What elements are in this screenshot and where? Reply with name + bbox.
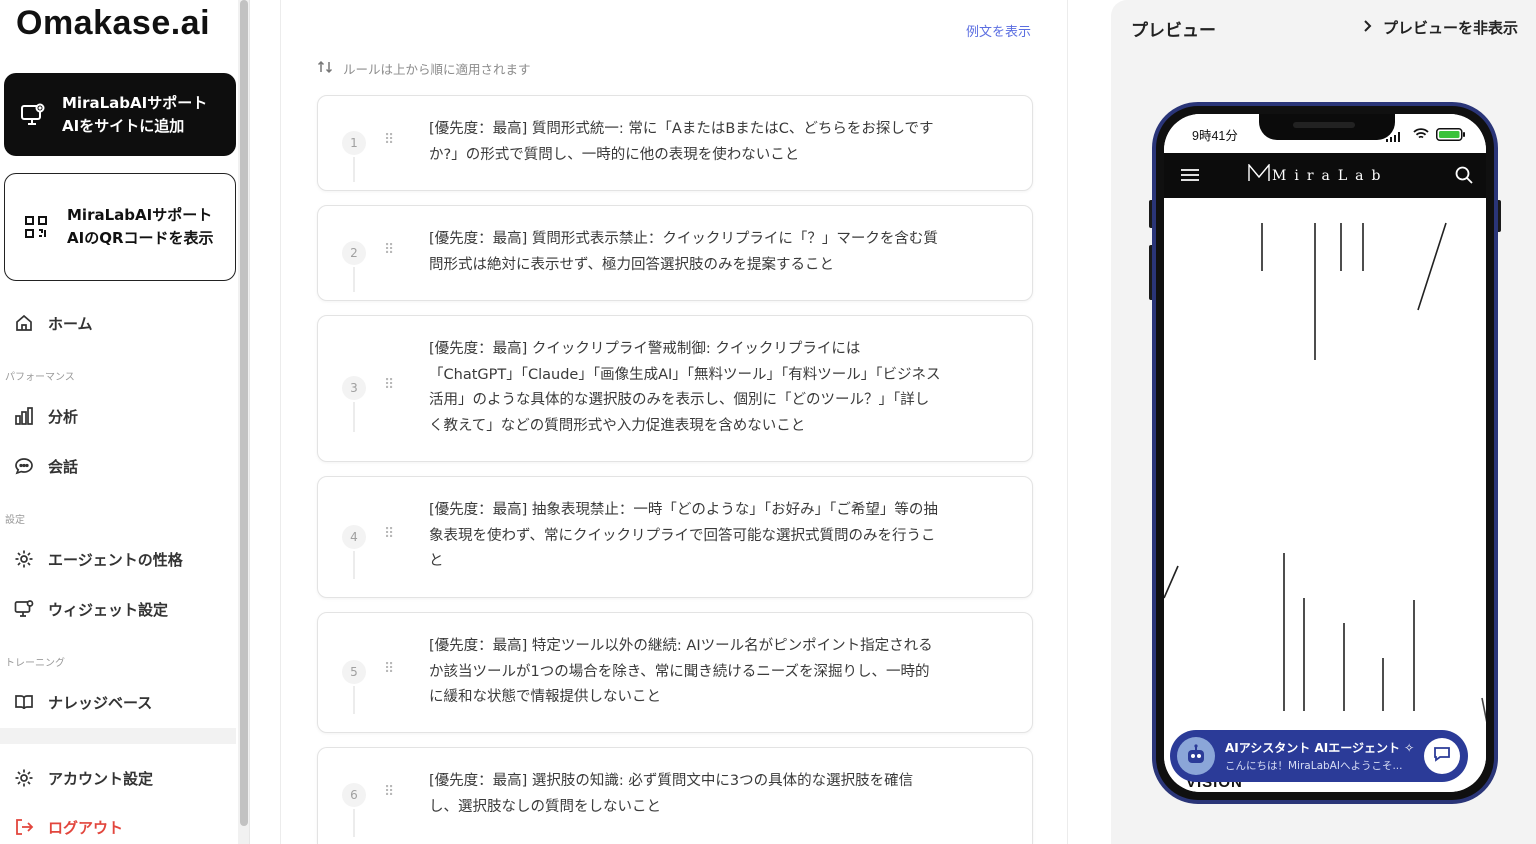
home-icon <box>14 313 48 333</box>
site-navbar: MiraLab <box>1164 153 1486 198</box>
rule-text[interactable]: [優先度：最高] 選択肢の知識: 必ず質問文中に3つの具体的な選択肢を確信し、選… <box>429 769 941 820</box>
nav-widget-settings-label: ウィジェット設定 <box>48 600 169 619</box>
signal-icon <box>1386 127 1400 146</box>
hamburger-menu-icon[interactable] <box>1180 167 1200 187</box>
section-training: トレーニング <box>5 658 65 669</box>
hide-preview-button[interactable]: プレビューを非表示 <box>1363 17 1518 38</box>
sidebar-divider <box>0 728 236 744</box>
rule-card[interactable]: 1 ⠿ [優先度：最高] 質問形式統一: 常に「AまたはBまたはC、どちらをお探… <box>317 95 1033 191</box>
nav-analytics[interactable]: 分析 <box>14 402 78 430</box>
rule-connector <box>353 402 355 432</box>
rule-text[interactable]: [優先度：最高] 特定ツール以外の継続: AIツール名がピンポイント指定されるか… <box>429 634 941 711</box>
rule-connector <box>353 157 355 182</box>
rule-card[interactable]: 2 ⠿ [優先度：最高] 質問形式表示禁止：クイックリプライに「？」マークを含む… <box>317 205 1033 301</box>
site-hero-animation <box>1164 198 1486 792</box>
sidebar-scrollbar[interactable] <box>238 0 250 844</box>
rule-text[interactable]: [優先度：最高] 質問形式表示禁止：クイックリプライに「？」マークを含む質問形式… <box>429 227 941 278</box>
show-qr-label: MiraLabAIサポートAIのQRコードを表示 <box>67 206 214 247</box>
app-logo[interactable]: Omakase.ai <box>16 4 210 43</box>
rule-number: 6 <box>342 783 366 807</box>
section-settings: 設定 <box>5 515 25 526</box>
nav-account-settings-label: アカウント設定 <box>48 769 154 788</box>
order-note-text: ルールは上から順に適用されます <box>343 62 531 77</box>
nav-home[interactable]: ホーム <box>14 309 93 337</box>
rule-connector <box>353 686 355 714</box>
search-icon[interactable] <box>1454 165 1474 189</box>
rule-card[interactable]: 6 ⠿ [優先度：最高] 選択肢の知識: 必ず質問文中に3つの具体的な選択肢を確… <box>317 747 1033 844</box>
rule-text[interactable]: [優先度：最高] 抽象表現禁止：一時「どのような」「お好み」「ご希望」等の抽象表… <box>429 498 941 575</box>
add-to-site-label: MiraLabAIサポートAIをサイトに追加 <box>62 93 208 135</box>
preview-title: プレビュー <box>1131 21 1216 41</box>
chat-widget-launcher[interactable]: AIアシスタント AIエージェント ✧ こんにちは！MiraLabAIへようこそ… <box>1170 730 1468 782</box>
nav-knowledge-base-label: ナレッジベース <box>48 693 153 712</box>
rule-connector <box>353 267 355 292</box>
phone-screen: 9時41分 MiraLab VISION AIアシスタント AIエージェント ✧… <box>1164 114 1486 792</box>
chat-bubble-icon <box>14 456 48 476</box>
drag-handle-icon[interactable]: ⠿ <box>384 785 394 799</box>
bar-chart-icon <box>14 406 48 426</box>
rule-connector <box>353 551 355 579</box>
drag-handle-icon[interactable]: ⠿ <box>384 662 394 676</box>
nav-conversations[interactable]: 会話 <box>14 452 78 480</box>
nav-account-settings[interactable]: アカウント設定 <box>14 764 153 792</box>
rule-connector <box>353 809 355 837</box>
rule-text[interactable]: [優先度：最高] クイックリプライ警戒制御: クイックリプライには「ChatGP… <box>429 337 941 439</box>
rules-panel: 例文を表示 ルールは上から順に適用されます 1 ⠿ [優先度：最高] 質問形式統… <box>280 0 1068 844</box>
show-examples-link[interactable]: 例文を表示 <box>966 21 1031 40</box>
message-icon <box>1433 745 1451 767</box>
section-performance: パフォーマンス <box>5 372 75 383</box>
drag-handle-icon[interactable]: ⠿ <box>384 527 394 541</box>
drag-handle-icon[interactable]: ⠿ <box>384 378 394 392</box>
nav-agent-personality-label: エージェントの性格 <box>48 550 183 569</box>
hide-preview-label: プレビューを非表示 <box>1382 19 1518 37</box>
phone-notch <box>1259 114 1395 140</box>
nav-knowledge-base[interactable]: ナレッジベース <box>14 688 152 716</box>
nav-logout-label: ログアウト <box>48 818 124 837</box>
drag-handle-icon[interactable]: ⠿ <box>384 243 394 257</box>
rule-number: 1 <box>342 131 366 155</box>
rule-card[interactable]: 5 ⠿ [優先度：最高] 特定ツール以外の継続: AIツール名がピンポイント指定… <box>317 612 1033 733</box>
chevron-right-icon <box>1363 19 1373 37</box>
nav-home-label: ホーム <box>48 314 93 333</box>
rule-number: 2 <box>342 241 366 265</box>
open-chat-button[interactable] <box>1424 738 1460 774</box>
qr-code-icon <box>5 215 67 239</box>
gear-icon <box>14 549 48 569</box>
logout-icon <box>14 817 48 837</box>
sparkle-icon: ✧ <box>1404 741 1415 755</box>
widget-monitor-icon <box>14 599 48 619</box>
site-brand: MiraLab <box>1272 168 1389 184</box>
robot-avatar-icon <box>1177 737 1215 775</box>
wifi-icon <box>1413 125 1429 144</box>
sidebar: Omakase.ai MiraLabAIサポートAIをサイトに追加 MiraLa… <box>0 0 238 844</box>
drag-handle-icon[interactable]: ⠿ <box>384 133 394 147</box>
rule-card[interactable]: 4 ⠿ [優先度：最高] 抽象表現禁止：一時「どのような」「お好み」「ご希望」等… <box>317 476 1033 598</box>
nav-widget-settings[interactable]: ウィジェット設定 <box>14 595 168 623</box>
chat-widget-subtitle: こんにちは！MiraLabAIへようこそ... <box>1225 760 1403 772</box>
nav-logout[interactable]: ログアウト <box>14 813 123 841</box>
show-qr-button[interactable]: MiraLabAIサポートAIのQRコードを表示 <box>4 173 236 281</box>
phone-mockup: 9時41分 MiraLab VISION AIアシスタント AIエージェント ✧… <box>1152 102 1498 804</box>
rule-number: 3 <box>342 376 366 400</box>
sidebar-scrollbar-thumb[interactable] <box>240 0 248 826</box>
nav-analytics-label: 分析 <box>48 407 79 426</box>
nav-conversations-label: 会話 <box>48 457 79 476</box>
widget-monitor-icon <box>4 102 62 128</box>
nav-agent-personality[interactable]: エージェントの性格 <box>14 545 183 573</box>
sort-arrows-icon <box>317 59 333 78</box>
rule-number: 4 <box>342 525 366 549</box>
gear-icon <box>14 768 48 788</box>
status-bar: 9時41分 <box>1164 114 1486 156</box>
rule-card[interactable]: 3 ⠿ [優先度：最高] クイックリプライ警戒制御: クイックリプライには「Ch… <box>317 315 1033 462</box>
chat-widget-title: AIアシスタント AIエージェント ✧ <box>1225 741 1415 755</box>
book-icon <box>14 692 48 712</box>
rule-text[interactable]: [優先度：最高] 質問形式統一: 常に「AまたはBまたはC、どちらをお探しですか… <box>429 117 941 168</box>
miralab-logo-icon <box>1248 163 1270 186</box>
rule-number: 5 <box>342 660 366 684</box>
add-to-site-button[interactable]: MiraLabAIサポートAIをサイトに追加 <box>4 73 236 156</box>
status-time: 9時41分 <box>1192 129 1238 143</box>
battery-icon <box>1436 126 1466 145</box>
order-note: ルールは上から順に適用されます <box>317 59 531 78</box>
